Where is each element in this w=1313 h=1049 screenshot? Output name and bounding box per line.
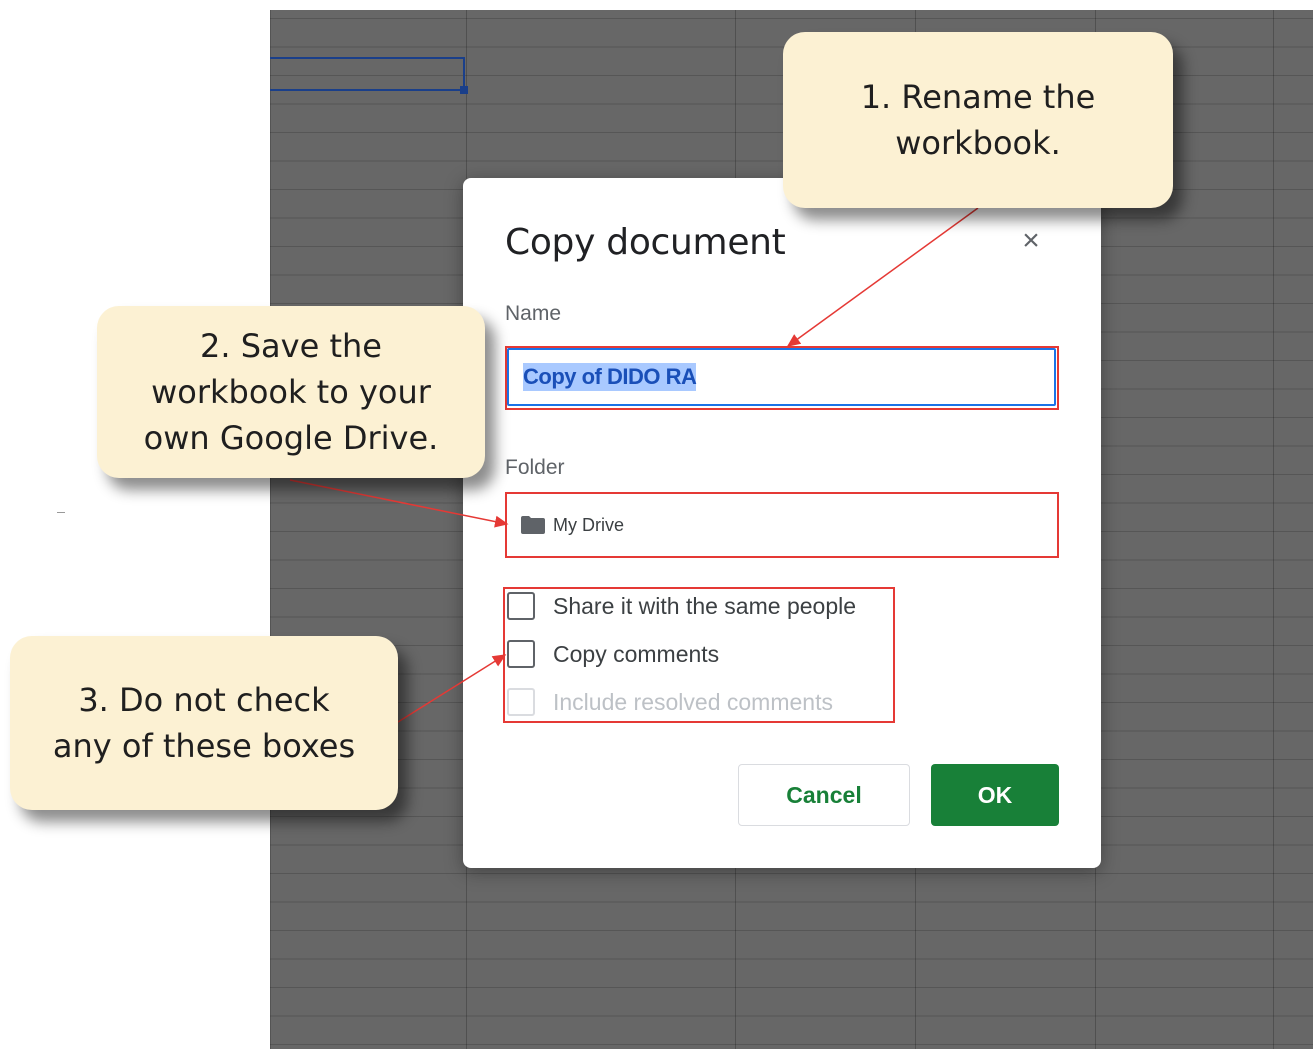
callout-save-drive: 2. Save the workbook to your own Google … bbox=[97, 306, 485, 478]
folder-value: My Drive bbox=[553, 514, 624, 535]
dialog-title: Copy document bbox=[505, 222, 786, 263]
callout-rename: 1. Rename the workbook. bbox=[783, 32, 1173, 208]
folder-picker[interactable]: My Drive bbox=[507, 494, 1056, 556]
include-resolved-comments-checkbox bbox=[507, 688, 535, 716]
cancel-button[interactable]: Cancel bbox=[738, 764, 910, 826]
callout-text: 2. Save the workbook to your own Google … bbox=[143, 327, 439, 457]
column-gridline bbox=[1273, 10, 1274, 1049]
selected-cell[interactable] bbox=[270, 57, 468, 94]
share-same-people-checkbox[interactable] bbox=[507, 592, 535, 620]
copy-comments-option[interactable]: Copy comments bbox=[507, 640, 719, 668]
fill-handle[interactable] bbox=[460, 86, 468, 94]
stray-mark bbox=[57, 512, 65, 513]
copy-document-dialog: Copy document × Name Copy of DIDO RA Fol… bbox=[463, 178, 1101, 868]
close-icon[interactable]: × bbox=[1016, 226, 1046, 256]
callout-text: 1. Rename the workbook. bbox=[860, 78, 1096, 162]
copy-comments-checkbox[interactable] bbox=[507, 640, 535, 668]
callout-text: 3. Do not check any of these boxes bbox=[52, 681, 356, 765]
folder-icon bbox=[521, 516, 545, 534]
checkbox-label: Share it with the same people bbox=[553, 592, 857, 619]
callout-no-checkboxes: 3. Do not check any of these boxes bbox=[10, 636, 398, 810]
ok-button[interactable]: OK bbox=[931, 764, 1059, 826]
folder-label: Folder bbox=[505, 456, 565, 479]
checkbox-label: Include resolved comments bbox=[553, 688, 833, 715]
checkbox-label: Copy comments bbox=[553, 640, 720, 667]
name-label: Name bbox=[505, 302, 562, 325]
name-input-value: Copy of DIDO RA bbox=[523, 363, 697, 391]
share-same-people-option[interactable]: Share it with the same people bbox=[507, 592, 856, 620]
name-input[interactable]: Copy of DIDO RA bbox=[507, 348, 1056, 406]
include-resolved-comments-option: Include resolved comments bbox=[507, 688, 833, 716]
